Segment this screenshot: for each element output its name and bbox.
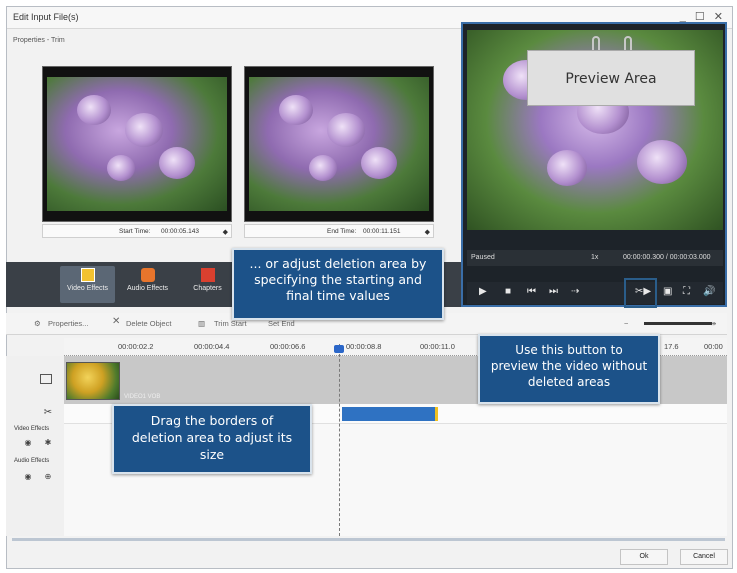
speaker-icon: [140, 268, 155, 282]
set-end-button[interactable]: Set End: [268, 319, 295, 328]
preview-status-bar: Paused 1x 00:00:00.300 / 00:00:03.000: [467, 250, 723, 266]
end-time-field[interactable]: End Time: 00:00:11.151 ◆: [244, 224, 434, 238]
preview-area-note: Preview Area: [527, 50, 695, 106]
star-icon: [80, 268, 95, 282]
deletion-area[interactable]: [342, 407, 438, 421]
properties-label: Properties - Trim: [13, 37, 65, 44]
ruler-tick: 00:00: [704, 342, 723, 351]
properties-gear-icon[interactable]: ⚙: [34, 319, 41, 328]
preview-button-callout: Use this button to preview the video wit…: [478, 334, 660, 404]
delete-object-button[interactable]: Delete Object: [126, 319, 171, 328]
audio-effects-section[interactable]: Audio Effects: [14, 458, 49, 464]
tab-label: Chapters: [193, 285, 222, 292]
video-clip[interactable]: [66, 362, 120, 400]
next-frame-icon[interactable]: ⏭: [549, 286, 558, 297]
tab-video-effects[interactable]: Video Effects: [60, 266, 115, 303]
video-clip-label: VIDEO1 VOB: [124, 394, 161, 400]
end-time-label: End Time:: [327, 228, 357, 235]
end-frame-thumbnail: [244, 66, 434, 222]
previous-frame-icon[interactable]: ⏮: [527, 286, 536, 297]
volume-icon[interactable]: 🔊: [703, 286, 715, 297]
tab-audio-effects[interactable]: Audio Effects: [120, 266, 175, 303]
end-time-value[interactable]: 00:00:11.151: [363, 228, 400, 235]
callout-text: ... or adjust deletion area by specifyin…: [249, 256, 427, 303]
trim-start-button[interactable]: Trim Start: [214, 319, 247, 328]
trim-start-icon[interactable]: ▥: [198, 319, 205, 328]
start-frame-thumbnail: [42, 66, 232, 222]
eye-icon[interactable]: ◉: [22, 472, 34, 484]
start-time-spin-icon[interactable]: ◆: [223, 228, 228, 236]
playhead-handle[interactable]: [334, 345, 344, 353]
ruler-tick: 17.6: [664, 342, 679, 351]
ok-button[interactable]: Ok: [620, 549, 668, 565]
add-video-effect-icon[interactable]: ✱: [42, 438, 54, 450]
callout-text: Use this button to preview the video wit…: [490, 343, 648, 389]
end-time-spin-icon[interactable]: ◆: [425, 228, 430, 236]
playhead-line: [339, 344, 340, 536]
track-headers: [6, 356, 64, 536]
scissors-icon: ✂: [43, 407, 53, 418]
window-title: Edit Input File(s): [13, 12, 79, 22]
tab-chapters[interactable]: Chapters: [180, 266, 235, 303]
ruler-tick: 00:00:08.8: [346, 342, 382, 351]
zoom-out-icon[interactable]: −: [624, 319, 628, 328]
start-time-value[interactable]: 00:00:05.143: [161, 228, 199, 235]
playback-status: Paused: [471, 254, 495, 261]
ruler-tick: 00:00:11.0: [420, 342, 455, 351]
tab-label: Audio Effects: [126, 285, 169, 292]
drag-borders-callout: Drag the borders of deletion area to adj…: [112, 404, 312, 474]
properties-button[interactable]: Properties...: [48, 319, 88, 328]
ruler-tick: 00:00:02.2: [118, 342, 154, 351]
cancel-button[interactable]: Cancel: [680, 549, 728, 565]
tab-label: Video Effects: [67, 285, 108, 292]
fullscreen-icon[interactable]: ⛶: [683, 286, 690, 297]
stop-icon[interactable]: ■: [505, 286, 511, 297]
add-audio-effect-icon[interactable]: ⊕: [42, 472, 54, 484]
video-effects-section[interactable]: Video Effects: [14, 426, 49, 432]
playback-speed: 1x: [591, 254, 599, 261]
preview-controls: ▶ ■ ⏮ ⏭ ⇢ ✂▶ ▣ ⛶ 🔊: [467, 282, 723, 304]
ruler-tick: 00:00:06.6: [270, 342, 306, 351]
start-time-field[interactable]: Start Time: 00:00:05.143 ◆: [42, 224, 232, 238]
callout-text: Drag the borders of deletion area to adj…: [131, 413, 293, 462]
chapters-icon: [200, 268, 215, 282]
ruler-tick: 00:00:04.4: [194, 342, 230, 351]
play-icon[interactable]: ▶: [479, 286, 487, 297]
preview-button-highlight: [624, 278, 657, 308]
video-track-icon: [40, 374, 52, 384]
snapshot-icon[interactable]: ▣: [663, 286, 672, 297]
start-time-label: Start Time:: [119, 228, 151, 235]
playback-time: 00:00:00.300 / 00:00:03.000: [623, 254, 711, 261]
zoom-slider[interactable]: [644, 322, 712, 325]
eye-icon[interactable]: ◉: [22, 438, 34, 450]
timeline-scrollbar[interactable]: [12, 538, 725, 541]
delete-icon[interactable]: ✕: [112, 316, 120, 327]
time-values-callout: ... or adjust deletion area by specifyin…: [232, 248, 444, 320]
loop-icon[interactable]: ⇢: [571, 286, 579, 297]
